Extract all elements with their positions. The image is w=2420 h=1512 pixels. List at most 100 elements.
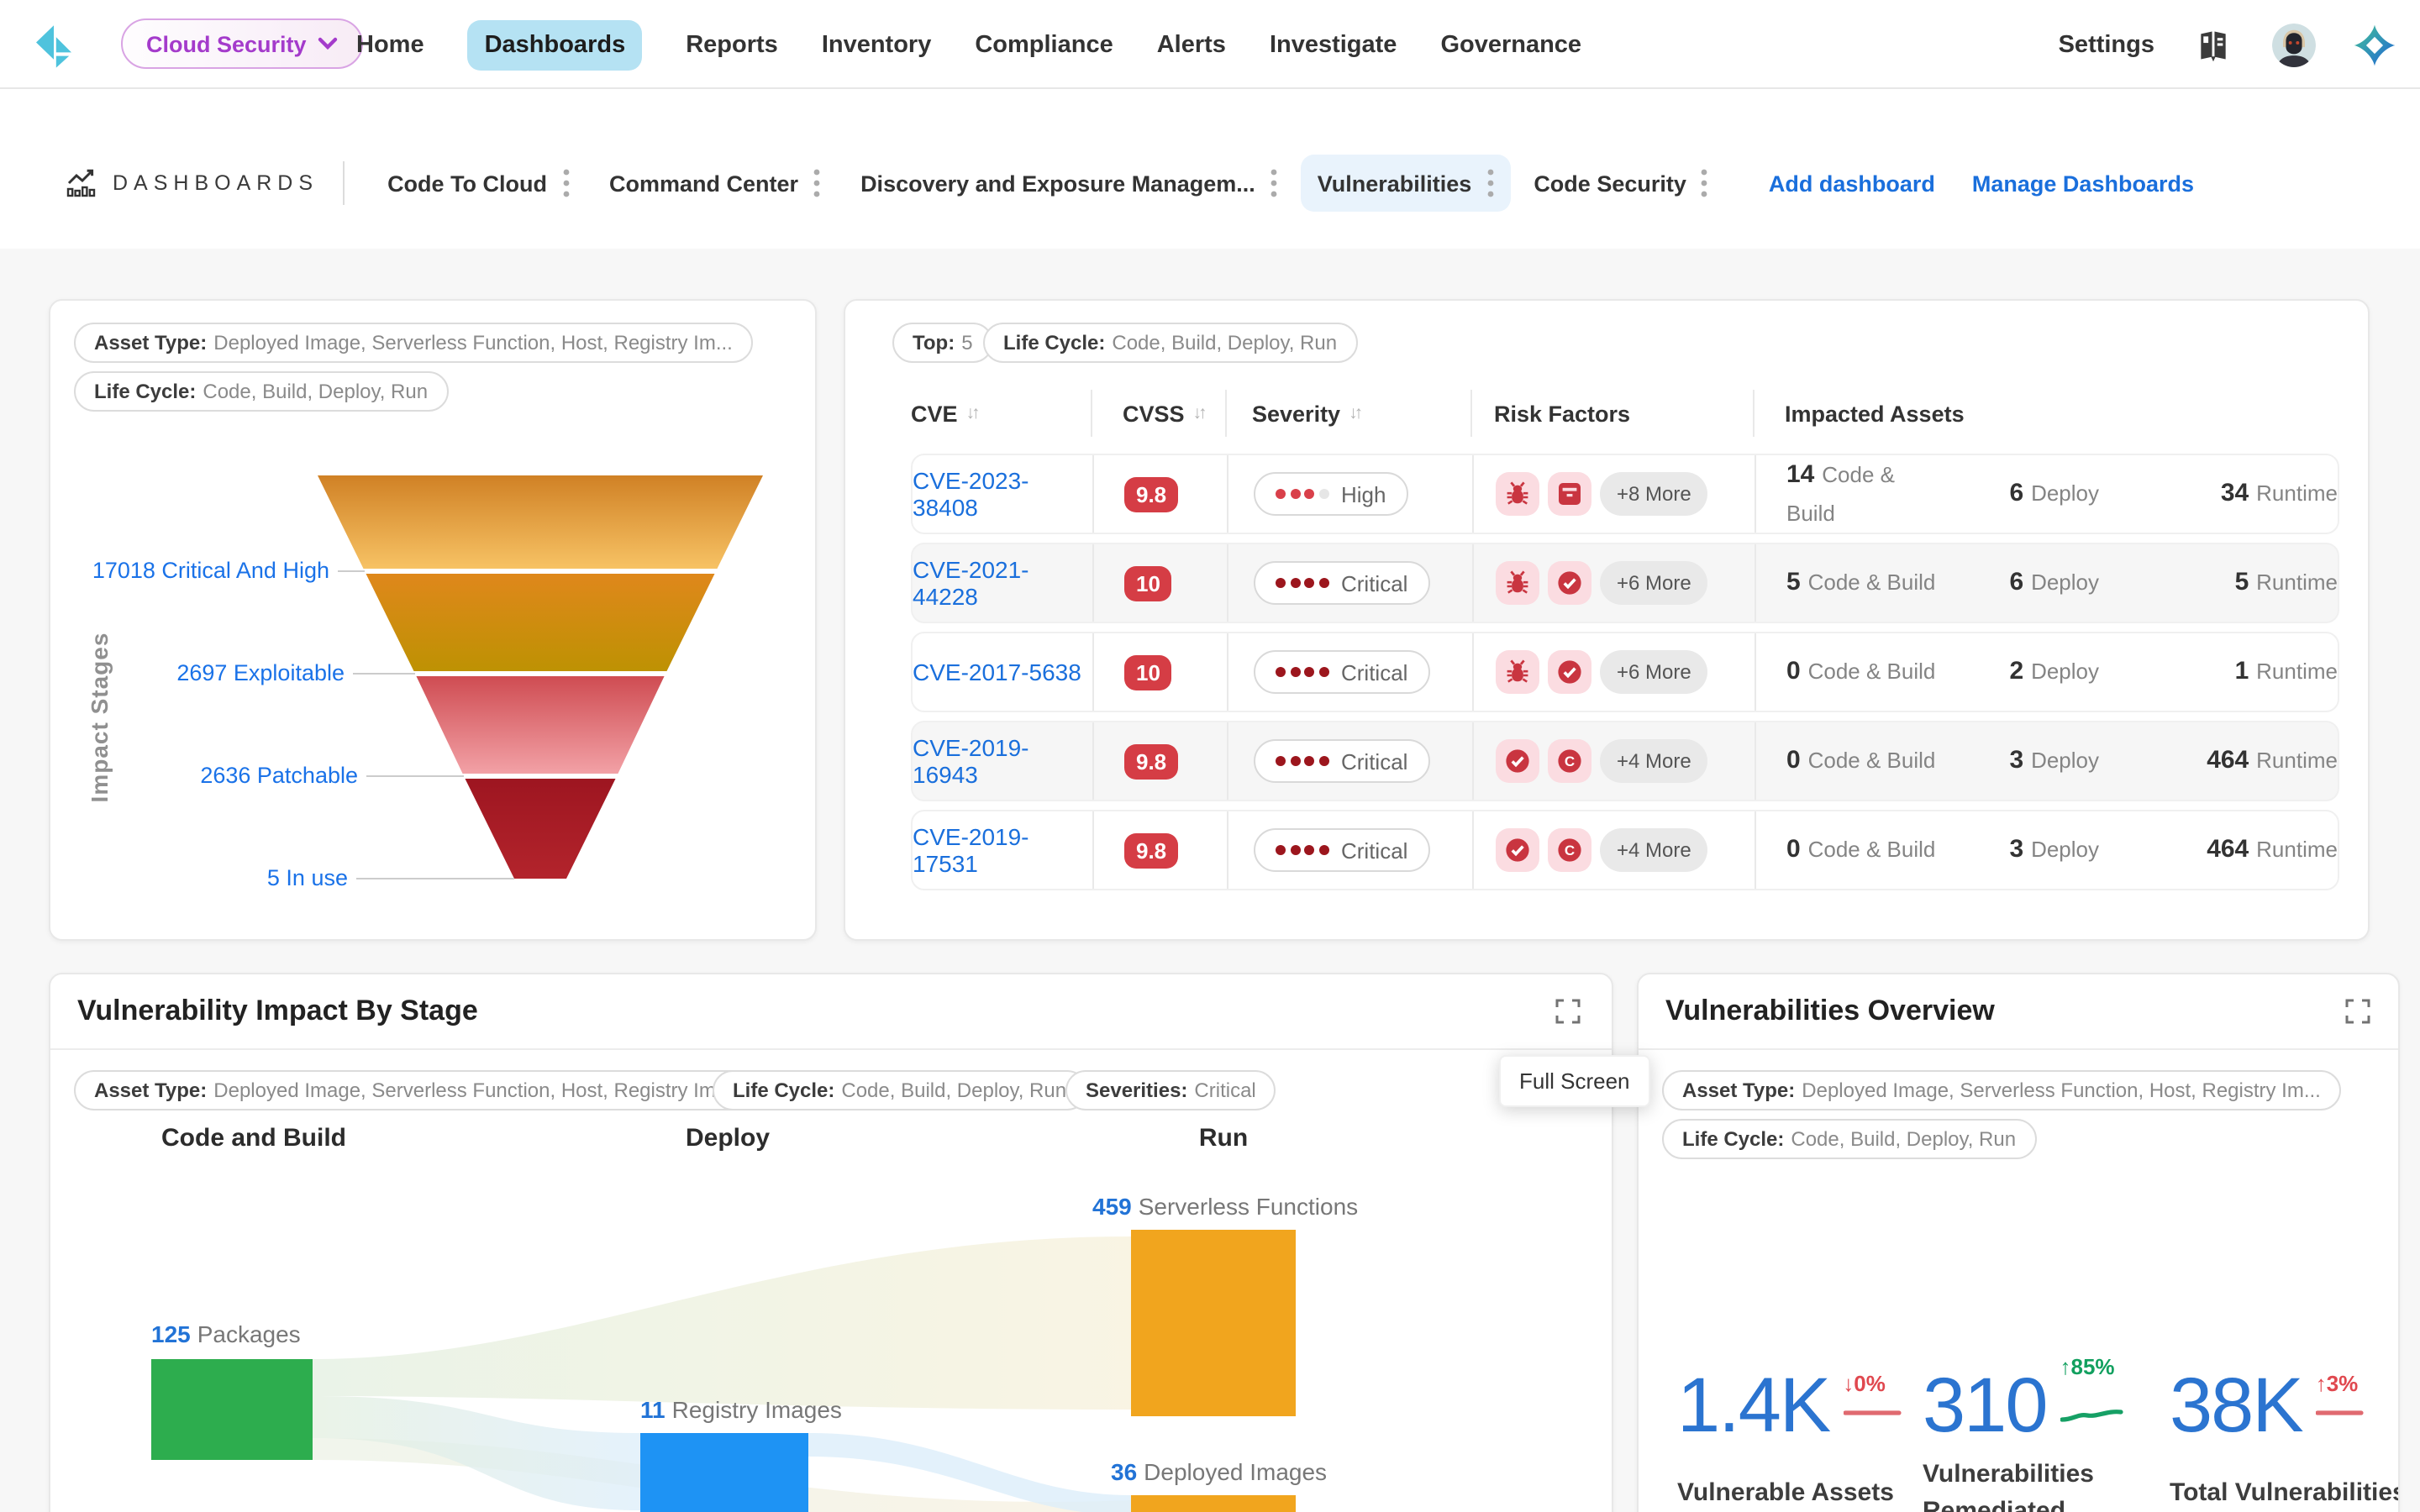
tab-discovery-exposure[interactable]: Discovery and Exposure Managem... (844, 155, 1294, 212)
risk-factors-more-badge[interactable]: +6 More (1600, 561, 1708, 605)
funnel-label-exploitable[interactable]: 2697 Exploitable (176, 660, 345, 685)
check-circle-icon[interactable] (1548, 561, 1591, 605)
c-circle-icon[interactable]: C (1548, 739, 1591, 783)
svg-text:C: C (1565, 753, 1575, 769)
severity-pill: Critical (1254, 828, 1429, 872)
impacted-deploy: 6 Deploy (1938, 568, 2099, 598)
app-logo-icon[interactable] (30, 22, 77, 69)
severity-pill: High (1254, 472, 1408, 516)
bug-icon[interactable] (1496, 472, 1539, 516)
filter-chip-asset-type[interactable]: Asset Type: Deployed Image, Serverless F… (74, 1070, 753, 1110)
funnel-segment-in-use (464, 776, 617, 879)
stat-value: 1.4K (1677, 1366, 1829, 1443)
tab-vulnerabilities[interactable]: Vulnerabilities (1301, 155, 1511, 212)
nav-item-compliance[interactable]: Compliance (975, 31, 1113, 58)
tab-code-to-cloud[interactable]: Code To Cloud (371, 155, 586, 212)
impacted-deploy: 3 Deploy (1938, 835, 2099, 865)
sankey-chart (74, 1161, 1598, 1512)
kebab-menu-icon[interactable] (562, 168, 569, 198)
dashboards-section-label: DASHBOARDS (66, 168, 318, 198)
sort-icon[interactable]: ↓↑ (966, 403, 977, 423)
cve-link[interactable]: CVE-2021-44228 (913, 556, 1092, 610)
table-row[interactable]: CVE-2017-5638 10 Critical +6 More 0 Code… (911, 632, 2339, 712)
nav-item-inventory[interactable]: Inventory (822, 31, 932, 58)
column-header-impacted-assets: Impacted Assets (1754, 390, 2339, 437)
column-header-severity[interactable]: Severity↓↑ (1227, 390, 1472, 437)
tab-command-center[interactable]: Command Center (592, 155, 837, 212)
table-row[interactable]: CVE-2019-17531 9.8 Critical C +4 More 0 … (911, 810, 2339, 890)
funnel-label-patchable[interactable]: 2636 Patchable (200, 763, 358, 788)
check-circle-icon[interactable] (1496, 828, 1539, 872)
sort-icon[interactable]: ↓↑ (1193, 403, 1204, 423)
cve-link[interactable]: CVE-2017-5638 (913, 659, 1081, 685)
cve-link[interactable]: CVE-2019-17531 (913, 823, 1092, 877)
cve-link[interactable]: CVE-2019-16943 (913, 734, 1092, 788)
nav-item-investigate[interactable]: Investigate (1270, 31, 1397, 58)
column-header-cvss[interactable]: CVSS↓↑ (1092, 390, 1227, 437)
bug-icon[interactable] (1496, 561, 1539, 605)
registry-icon[interactable] (1548, 472, 1591, 516)
prisma-cloud-logo-icon[interactable] (2353, 23, 2396, 66)
funnel-segment-patchable (415, 674, 666, 776)
sankey-label-packages[interactable]: 125Packages (151, 1320, 301, 1347)
nav-item-dashboards[interactable]: Dashboards (468, 19, 643, 70)
cve-link[interactable]: CVE-2023-38408 (913, 467, 1092, 521)
sankey-label-deployed-images[interactable]: 36Deployed Images (1111, 1458, 1327, 1485)
stat-delta: ↓0% (1843, 1371, 1886, 1396)
filter-chip-life-cycle[interactable]: Life Cycle: Code, Build, Deploy, Run (713, 1070, 1086, 1110)
kebab-menu-icon[interactable] (1270, 168, 1277, 198)
nav-item-governance[interactable]: Governance (1440, 31, 1581, 58)
funnel-label-in-use[interactable]: 5 In use (267, 865, 348, 890)
manage-dashboards-link[interactable]: Manage Dashboards (1972, 171, 2194, 196)
filter-chip-life-cycle[interactable]: Life Cycle: Code, Build, Deploy, Run (1662, 1119, 2036, 1159)
filter-chip-asset-type[interactable]: Asset Type: Deployed Image, Serverless F… (1662, 1070, 2341, 1110)
tab-code-security[interactable]: Code Security (1517, 155, 1725, 212)
table-row[interactable]: CVE-2019-16943 9.8 Critical C +4 More 0 … (911, 721, 2339, 801)
funnel-segment-critical-and-high (318, 475, 763, 571)
check-circle-icon[interactable] (1548, 650, 1591, 694)
sankey-label-registry-images[interactable]: 11Registry Images (640, 1396, 842, 1423)
sankey-link-packages-serverless (313, 1236, 1131, 1410)
funnel-segment-exploitable (365, 571, 716, 674)
filter-chip-severities[interactable]: Severities: Critical (1065, 1070, 1276, 1110)
fullscreen-icon[interactable] (1555, 998, 1581, 1025)
kebab-menu-icon[interactable] (1486, 168, 1493, 198)
nav-item-settings[interactable]: Settings (2059, 31, 2154, 58)
documentation-book-icon[interactable] (2191, 23, 2235, 66)
nav-item-reports[interactable]: Reports (686, 31, 778, 58)
fullscreen-icon[interactable] (2344, 998, 2371, 1025)
risk-factors-more-badge[interactable]: +4 More (1600, 828, 1708, 872)
c-circle-icon[interactable]: C (1548, 828, 1591, 872)
risk-factors-more-badge[interactable]: +8 More (1600, 472, 1708, 516)
user-avatar[interactable] (2272, 23, 2316, 66)
stage-header-deploy: Deploy (686, 1124, 770, 1152)
filter-chip-life-cycle[interactable]: Life Cycle: Code, Build, Deploy, Run (983, 323, 1357, 363)
top-navbar: Cloud Security Home Dashboards Reports I… (0, 0, 2420, 89)
kebab-menu-icon[interactable] (813, 168, 820, 198)
cvss-badge: 10 (1124, 565, 1172, 601)
filter-chip-top[interactable]: Top: 5 (892, 323, 993, 363)
nav-item-home[interactable]: Home (356, 31, 424, 58)
risk-factors-more-badge[interactable]: +6 More (1600, 650, 1708, 694)
table-row[interactable]: CVE-2021-44228 10 Critical +6 More 5 Cod… (911, 543, 2339, 623)
impacted-deploy: 6 Deploy (1938, 479, 2099, 509)
add-dashboard-link[interactable]: Add dashboard (1769, 171, 1935, 196)
risk-factors-more-badge[interactable]: +4 More (1600, 739, 1708, 783)
svg-text:C: C (1565, 843, 1575, 858)
kebab-menu-icon[interactable] (1702, 168, 1708, 198)
column-header-cve[interactable]: CVE↓↑ (911, 390, 1092, 437)
funnel-label-critical-and-high[interactable]: 17018 Critical And High (92, 558, 329, 583)
cve-table-header: CVE↓↑ CVSS↓↑ Severity↓↑ Risk Factors Imp… (845, 390, 2368, 437)
sankey-label-serverless-functions[interactable]: 459Serverless Functions (1092, 1193, 1358, 1220)
nav-item-alerts[interactable]: Alerts (1157, 31, 1226, 58)
impacted-code-build: 5 Code & Build (1786, 564, 1938, 602)
impact-funnel-chart (50, 301, 818, 942)
cvss-badge: 9.8 (1124, 476, 1178, 512)
divider (342, 161, 344, 205)
product-switcher[interactable]: Cloud Security (121, 18, 364, 69)
table-row[interactable]: CVE-2023-38408 9.8 High +8 More 14 Code … (911, 454, 2339, 534)
bug-icon[interactable] (1496, 650, 1539, 694)
divider (1639, 1048, 2398, 1050)
sort-icon[interactable]: ↓↑ (1349, 403, 1360, 423)
check-circle-icon[interactable] (1496, 739, 1539, 783)
